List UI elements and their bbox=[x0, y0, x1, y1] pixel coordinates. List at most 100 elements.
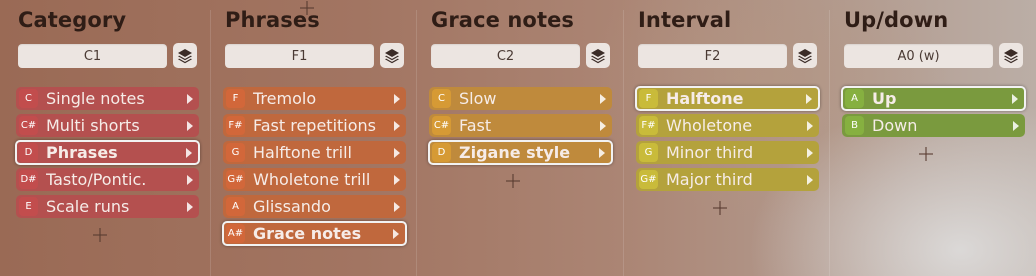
articulation-label: Phrases bbox=[46, 143, 118, 162]
articulation-label: Wholetone bbox=[666, 116, 753, 135]
articulation-item[interactable]: D# Tasto/Pontic. bbox=[16, 168, 199, 191]
key-switch-field[interactable]: F2 bbox=[638, 44, 787, 68]
note-badge: C bbox=[432, 89, 451, 108]
articulation-label: Up bbox=[872, 89, 897, 108]
articulation-item[interactable]: B Down bbox=[842, 114, 1025, 137]
add-plus-icon[interactable] bbox=[92, 227, 108, 243]
articulation-item[interactable]: C# Fast bbox=[429, 114, 612, 137]
note-badge: D bbox=[19, 143, 38, 162]
note-badge: E bbox=[19, 197, 38, 216]
articulation-label: Zigane style bbox=[459, 143, 571, 162]
chevron-right-icon bbox=[806, 93, 812, 104]
column-3: Interval F2 F Halftone F# Wholetone G Minor thi… bbox=[620, 0, 826, 276]
column-title: Interval bbox=[638, 8, 732, 32]
articulation-label: Slow bbox=[459, 89, 497, 108]
chevron-right-icon bbox=[807, 147, 813, 158]
chevron-right-icon bbox=[600, 120, 606, 131]
articulation-item[interactable]: C# Multi shorts bbox=[16, 114, 199, 137]
chevron-right-icon bbox=[394, 120, 400, 131]
chevron-right-icon bbox=[187, 120, 193, 131]
layers-button[interactable] bbox=[586, 43, 610, 68]
layers-button[interactable] bbox=[793, 43, 817, 68]
articulation-item[interactable]: F Halftone bbox=[635, 86, 820, 111]
note-badge: D bbox=[432, 143, 451, 162]
articulation-label: Fast repetitions bbox=[253, 116, 377, 135]
layers-button[interactable] bbox=[999, 43, 1023, 68]
note-badge: G bbox=[639, 143, 658, 162]
articulation-item[interactable]: F# Fast repetitions bbox=[223, 114, 406, 137]
articulation-label: Halftone bbox=[666, 89, 744, 108]
column-1: Phrases F1 F Tremolo F# Fast repetitions G Half… bbox=[207, 0, 413, 276]
articulation-item[interactable]: G Halftone trill bbox=[223, 141, 406, 164]
key-switch-field[interactable]: F1 bbox=[225, 44, 374, 68]
key-switch-field[interactable]: C2 bbox=[431, 44, 580, 68]
articulation-item[interactable]: D Phrases bbox=[15, 140, 200, 165]
layers-icon bbox=[798, 48, 812, 63]
articulation-label: Wholetone trill bbox=[253, 170, 371, 189]
layers-icon bbox=[1004, 48, 1018, 63]
column-title: Up/down bbox=[844, 8, 949, 32]
articulation-item[interactable]: G# Wholetone trill bbox=[223, 168, 406, 191]
articulation-item[interactable]: D Zigane style bbox=[428, 140, 613, 165]
chevron-right-icon bbox=[600, 93, 606, 104]
chevron-right-icon bbox=[599, 147, 605, 158]
articulation-item[interactable]: A Glissando bbox=[223, 195, 406, 218]
add-plus-icon[interactable] bbox=[505, 173, 521, 189]
column-2: Grace notes C2 C Slow C# Fast D Zigane style bbox=[413, 0, 619, 276]
key-switch-field[interactable]: A0 (w) bbox=[844, 44, 993, 68]
articulation-label: Multi shorts bbox=[46, 116, 140, 135]
note-badge: A bbox=[226, 197, 245, 216]
key-switch-field[interactable]: C1 bbox=[18, 44, 167, 68]
note-badge: G# bbox=[226, 170, 245, 189]
add-plus-icon[interactable] bbox=[712, 200, 728, 216]
layers-icon bbox=[591, 48, 605, 63]
chevron-right-icon bbox=[187, 174, 193, 185]
add-plus-icon[interactable] bbox=[299, 0, 315, 16]
articulation-label: Down bbox=[872, 116, 918, 135]
articulation-browser: Category C1 C Single notes C# Multi shorts D Ph… bbox=[0, 0, 1036, 276]
articulation-item[interactable]: G# Major third bbox=[636, 168, 819, 191]
column-title: Category bbox=[18, 8, 127, 32]
articulation-label: Major third bbox=[666, 170, 753, 189]
layers-icon bbox=[178, 48, 192, 63]
articulation-item[interactable]: A Up bbox=[841, 86, 1026, 111]
note-badge: G# bbox=[639, 170, 658, 189]
chevron-right-icon bbox=[1013, 120, 1019, 131]
note-badge: D# bbox=[19, 170, 38, 189]
chevron-right-icon bbox=[393, 228, 399, 239]
chevron-right-icon bbox=[186, 147, 192, 158]
note-badge: C bbox=[19, 89, 38, 108]
column-title: Grace notes bbox=[431, 8, 575, 32]
articulation-label: Minor third bbox=[666, 143, 754, 162]
note-badge: F# bbox=[639, 116, 658, 135]
articulation-item[interactable]: C Single notes bbox=[16, 87, 199, 110]
note-badge: B bbox=[845, 116, 864, 135]
articulation-item[interactable]: F Tremolo bbox=[223, 87, 406, 110]
articulation-label: Scale runs bbox=[46, 197, 130, 216]
layers-icon bbox=[385, 48, 399, 63]
note-badge: A# bbox=[226, 224, 245, 243]
note-badge: A bbox=[845, 89, 864, 108]
articulation-label: Glissando bbox=[253, 197, 331, 216]
note-badge: C# bbox=[432, 116, 451, 135]
chevron-right-icon bbox=[807, 174, 813, 185]
chevron-right-icon bbox=[187, 201, 193, 212]
articulation-item[interactable]: A# Grace notes bbox=[222, 221, 407, 246]
chevron-right-icon bbox=[394, 201, 400, 212]
layers-button[interactable] bbox=[173, 43, 197, 68]
add-plus-icon[interactable] bbox=[918, 146, 934, 162]
note-badge: F# bbox=[226, 116, 245, 135]
chevron-right-icon bbox=[394, 147, 400, 158]
chevron-right-icon bbox=[807, 120, 813, 131]
chevron-right-icon bbox=[1012, 93, 1018, 104]
articulation-label: Single notes bbox=[46, 89, 145, 108]
note-badge: C# bbox=[19, 116, 38, 135]
articulation-item[interactable]: F# Wholetone bbox=[636, 114, 819, 137]
articulation-item[interactable]: G Minor third bbox=[636, 141, 819, 164]
articulation-item[interactable]: C Slow bbox=[429, 87, 612, 110]
note-badge: F bbox=[226, 89, 245, 108]
note-badge: F bbox=[639, 89, 658, 108]
articulation-label: Fast bbox=[459, 116, 492, 135]
articulation-item[interactable]: E Scale runs bbox=[16, 195, 199, 218]
layers-button[interactable] bbox=[380, 43, 404, 68]
